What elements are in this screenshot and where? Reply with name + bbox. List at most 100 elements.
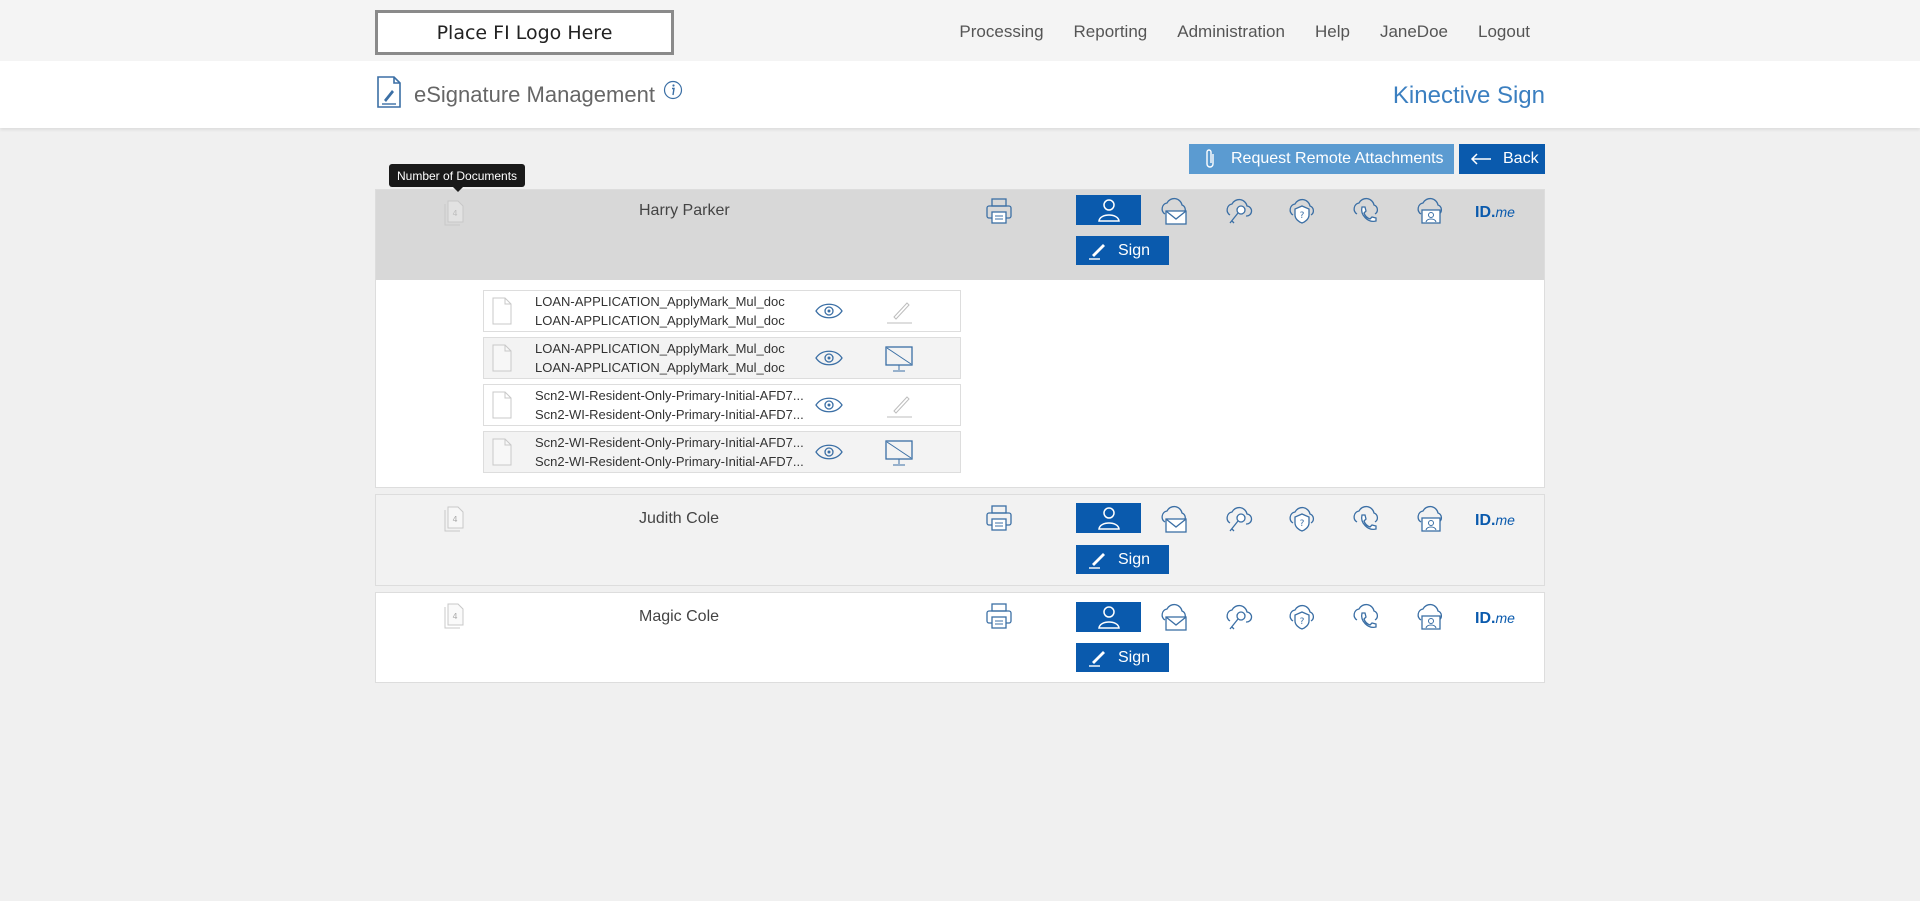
file-icon bbox=[492, 391, 512, 419]
file-icon bbox=[492, 438, 512, 466]
sign-label: Sign bbox=[1118, 648, 1151, 666]
signer-name: Harry Parker bbox=[639, 202, 730, 219]
nav-help[interactable]: Help bbox=[1315, 22, 1350, 42]
printer-icon[interactable] bbox=[985, 602, 1013, 630]
sign-button[interactable]: Sign bbox=[1076, 545, 1169, 574]
document-count: 4 bbox=[452, 612, 457, 621]
idme-method-button[interactable]: ID.me bbox=[1475, 204, 1515, 222]
document-count-icon[interactable]: 4 bbox=[443, 603, 465, 629]
document-count-icon[interactable]: 4 bbox=[443, 506, 465, 532]
svg-text:?: ? bbox=[1300, 519, 1305, 529]
idme-method-button[interactable]: ID.me bbox=[1475, 610, 1515, 628]
number-of-documents-tooltip: Number of Documents bbox=[389, 164, 526, 192]
cloud-email-icon[interactable] bbox=[1158, 602, 1190, 634]
idme-suffix: me bbox=[1495, 512, 1515, 528]
document-name: LOAN-APPLICATION_ApplyMark_Mul_doc bbox=[535, 341, 785, 356]
in-person-method-button[interactable] bbox=[1076, 195, 1141, 225]
request-remote-attachments-button[interactable]: Request Remote Attachments bbox=[1189, 144, 1454, 174]
eye-icon[interactable] bbox=[815, 443, 843, 461]
idme-label: ID. bbox=[1475, 204, 1496, 221]
eye-icon[interactable] bbox=[815, 396, 843, 414]
back-label: Back bbox=[1503, 150, 1539, 167]
cloud-email-icon[interactable] bbox=[1158, 504, 1190, 536]
document-name: Scn2-WI-Resident-Only-Primary-Initial-AF… bbox=[535, 435, 804, 450]
nav-processing[interactable]: Processing bbox=[959, 22, 1043, 42]
person-icon bbox=[1097, 199, 1120, 222]
pen-icon bbox=[1089, 650, 1105, 667]
nav-logout[interactable]: Logout bbox=[1478, 22, 1530, 42]
idme-label: ID. bbox=[1475, 512, 1496, 529]
pen-icon[interactable] bbox=[884, 392, 914, 420]
person-icon bbox=[1097, 606, 1120, 629]
nav-reporting[interactable]: Reporting bbox=[1074, 22, 1148, 42]
top-bar: Place FI Logo Here Processing Reporting … bbox=[0, 0, 1920, 61]
document-count: 4 bbox=[452, 515, 457, 524]
svg-text:?: ? bbox=[1300, 211, 1305, 221]
file-icon bbox=[492, 297, 512, 325]
cloud-question-icon[interactable]: ? bbox=[1286, 602, 1318, 634]
idme-suffix: me bbox=[1495, 204, 1515, 220]
document-row[interactable]: Scn2-WI-Resident-Only-Primary-Initial-AF… bbox=[483, 384, 961, 426]
cloud-email-icon[interactable] bbox=[1158, 196, 1190, 228]
document-count-icon[interactable]: 4 bbox=[443, 200, 465, 226]
idme-label: ID. bbox=[1475, 610, 1496, 627]
page-title: eSignature Management bbox=[414, 82, 655, 107]
pen-icon bbox=[1089, 552, 1105, 569]
eye-icon[interactable] bbox=[815, 349, 843, 367]
document-row[interactable]: Scn2-WI-Resident-Only-Primary-Initial-AF… bbox=[483, 431, 961, 473]
pen-icon[interactable] bbox=[884, 298, 914, 326]
svg-text:?: ? bbox=[1300, 617, 1305, 627]
in-person-method-button[interactable] bbox=[1076, 602, 1141, 632]
main-nav: Processing Reporting Administration Help… bbox=[959, 22, 1530, 42]
cloud-question-icon[interactable]: ? bbox=[1286, 504, 1318, 536]
attach-label: Request Remote Attachments bbox=[1231, 150, 1444, 167]
document-subname: LOAN-APPLICATION_ApplyMark_Mul_doc bbox=[535, 360, 785, 375]
printer-icon[interactable] bbox=[985, 504, 1013, 532]
printer-icon[interactable] bbox=[985, 197, 1013, 225]
pen-icon bbox=[1089, 243, 1105, 260]
sign-button[interactable]: Sign bbox=[1076, 236, 1169, 265]
info-icon[interactable] bbox=[663, 80, 683, 100]
cloud-phone-icon[interactable] bbox=[1350, 602, 1382, 634]
monitor-off-icon[interactable] bbox=[884, 439, 914, 467]
sign-label: Sign bbox=[1118, 241, 1151, 259]
in-person-method-button[interactable] bbox=[1076, 503, 1141, 533]
document-subname: LOAN-APPLICATION_ApplyMark_Mul_doc bbox=[535, 313, 785, 328]
idme-method-button[interactable]: ID.me bbox=[1475, 512, 1515, 530]
cloud-key-icon[interactable] bbox=[1222, 504, 1254, 536]
signer-name: Judith Cole bbox=[639, 510, 720, 527]
sign-label: Sign bbox=[1118, 550, 1151, 568]
logo-placeholder: Place FI Logo Here bbox=[375, 10, 674, 55]
cloud-question-icon[interactable]: ? bbox=[1286, 196, 1318, 228]
document-name: Scn2-WI-Resident-Only-Primary-Initial-AF… bbox=[535, 388, 804, 403]
nav-administration[interactable]: Administration bbox=[1177, 22, 1285, 42]
cloud-phone-icon[interactable] bbox=[1350, 504, 1382, 536]
cloud-id-card-icon[interactable] bbox=[1414, 602, 1446, 634]
arrow-left-icon bbox=[1470, 153, 1491, 165]
idme-suffix: me bbox=[1495, 610, 1515, 626]
person-icon bbox=[1097, 507, 1120, 530]
esignature-document-icon bbox=[377, 76, 401, 108]
document-subname: Scn2-WI-Resident-Only-Primary-Initial-AF… bbox=[535, 454, 804, 469]
file-icon bbox=[492, 344, 512, 372]
sign-button[interactable]: Sign bbox=[1076, 643, 1169, 672]
cloud-key-icon[interactable] bbox=[1222, 602, 1254, 634]
cloud-id-card-icon[interactable] bbox=[1414, 504, 1446, 536]
signer-panel-harry-parker: 4 Harry Parker ? ID.me Sign LOAN-APPLICA… bbox=[375, 189, 1545, 488]
eye-icon[interactable] bbox=[815, 302, 843, 320]
title-band bbox=[0, 61, 1920, 128]
paperclip-icon bbox=[1206, 149, 1214, 168]
document-count: 4 bbox=[452, 209, 457, 218]
cloud-key-icon[interactable] bbox=[1222, 196, 1254, 228]
monitor-off-icon[interactable] bbox=[884, 345, 914, 373]
brand-name: Kinective Sign bbox=[1392, 82, 1545, 109]
back-button[interactable]: Back bbox=[1459, 144, 1545, 174]
document-row[interactable]: LOAN-APPLICATION_ApplyMark_Mul_doc LOAN-… bbox=[483, 337, 961, 379]
signer-panel-magic-cole: 4 Magic Cole ? ID.me Sign bbox=[375, 592, 1545, 683]
cloud-id-card-icon[interactable] bbox=[1414, 196, 1446, 228]
cloud-phone-icon[interactable] bbox=[1350, 196, 1382, 228]
document-row[interactable]: LOAN-APPLICATION_ApplyMark_Mul_doc LOAN-… bbox=[483, 290, 961, 332]
document-subname: Scn2-WI-Resident-Only-Primary-Initial-AF… bbox=[535, 407, 804, 422]
nav-user[interactable]: JaneDoe bbox=[1380, 22, 1448, 42]
signer-name: Magic Cole bbox=[639, 608, 720, 625]
